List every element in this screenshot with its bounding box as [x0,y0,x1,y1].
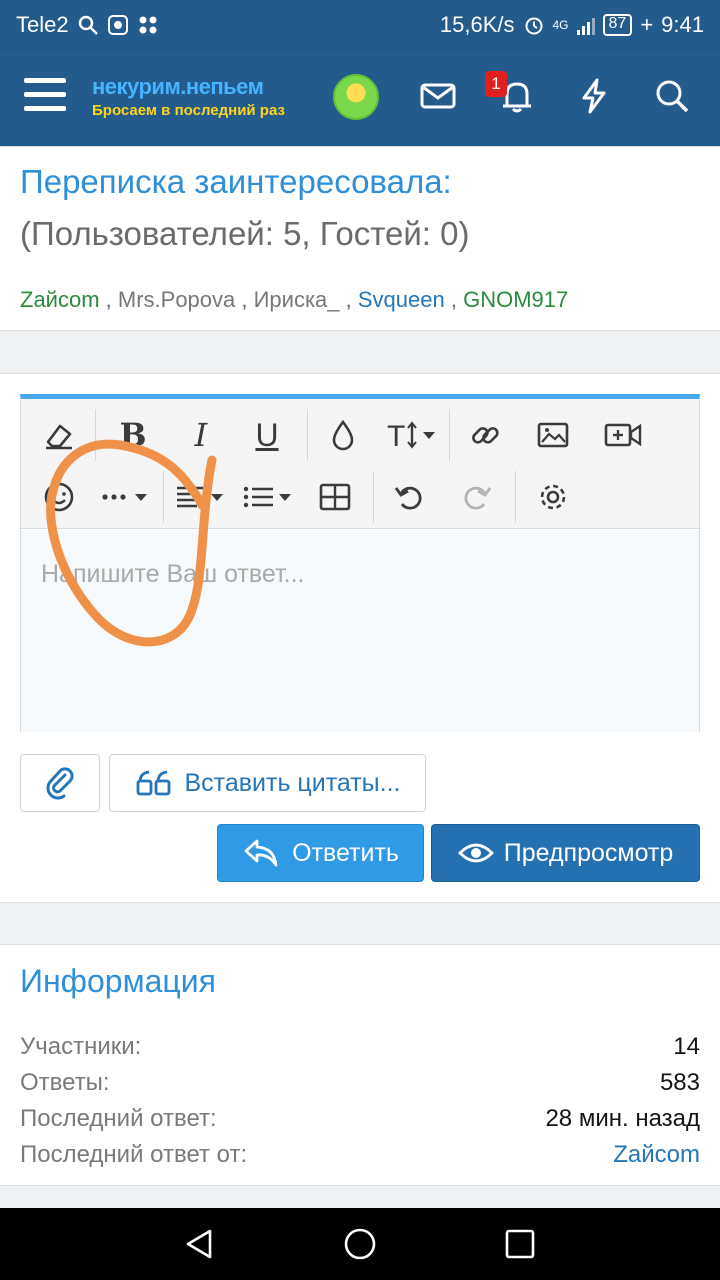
user-link[interactable]: Ириска_ [254,287,340,312]
more-options-icon[interactable] [99,473,157,521]
lightning-icon[interactable] [574,76,614,116]
info-value: 583 [659,1069,700,1096]
battery-indicator: 87 [602,14,633,36]
attach-button[interactable] [20,754,100,812]
readers-list: Zайcom , Mrs.Popova , Ириска_ , Svqueen … [20,287,569,312]
eye-icon [457,843,494,863]
rich-text-editor: B I U T Напишите Ваш ответ... [20,394,700,732]
undo-icon[interactable] [385,473,433,521]
system-nav-bar [0,1208,720,1280]
italic-icon[interactable]: I [177,411,225,459]
bold-icon[interactable]: B [109,411,157,459]
apps-icon [139,16,157,34]
info-label: Ответы: [20,1069,110,1096]
thread-readers-block: Переписка заинтересовала: (Пользователей… [0,146,720,331]
user-link[interactable]: GNOM917 [463,287,568,312]
redo-icon[interactable] [453,473,501,521]
reply-button[interactable]: Ответить [217,824,424,882]
info-row: Участники: 14 [20,1033,700,1061]
home-icon[interactable] [342,1226,378,1262]
info-label: Последний ответ: [20,1105,217,1132]
info-title: Информация [20,963,216,999]
info-label: Последний ответ от: [20,1141,248,1168]
logo-title: некурим.непьем [92,74,264,99]
logo-tagline: Бросаем в последний раз [92,102,285,119]
search-icon [78,15,98,35]
align-icon[interactable] [173,473,231,521]
preview-button[interactable]: Предпросмотр [431,824,700,882]
info-row: Последний ответ от: Zайcom [20,1141,700,1169]
last-poster-link[interactable]: Zайcom [613,1141,700,1169]
emoji-icon[interactable] [35,473,83,521]
app-header: некурим.непьем Бросаем в последний раз 1 [0,50,720,146]
site-logo[interactable]: некурим.непьем Бросаем в последний раз [92,74,285,119]
notification-badge: 1 [485,71,507,97]
back-icon[interactable] [182,1226,218,1262]
video-icon[interactable] [597,411,649,459]
reply-block: B I U T Напишите Ваш ответ... Вставить ц… [0,373,720,903]
paperclip-icon [46,767,74,800]
reply-textarea[interactable]: Напишите Ваш ответ... [21,530,699,732]
alarm-icon [525,17,542,35]
info-row: Последний ответ: 28 мин. назад [20,1105,700,1133]
insert-quotes-button[interactable]: Вставить цитаты... [109,754,426,812]
user-avatar[interactable] [333,74,379,120]
status-bar: Tele2 15,6K/s 4G 87 + 9:41 [0,0,720,50]
charging-icon: + [640,12,654,37]
clock: 9:41 [661,12,704,37]
menu-icon[interactable] [24,78,66,114]
image-icon[interactable] [529,411,577,459]
reply-label: Ответить [292,838,399,867]
info-label: Участники: [20,1033,142,1060]
underline-icon[interactable]: U [243,411,291,459]
mail-icon[interactable] [418,76,458,116]
table-icon[interactable] [311,473,359,521]
user-link[interactable]: Mrs.Popova [118,287,235,312]
network-type: 4G [552,18,569,32]
info-value: 14 [673,1033,700,1060]
readers-title: Переписка заинтересовала: [20,163,452,200]
quote-icon [136,770,170,796]
editor-toolbar: B I U T [21,399,699,529]
readers-count: (Пользователей: 5, Гостей: 0) [20,215,470,252]
preview-label: Предпросмотр [503,838,674,867]
font-size-icon[interactable]: T [385,411,441,459]
signal-icon [576,15,595,35]
link-icon[interactable] [461,411,509,459]
user-link[interactable]: Svqueen [358,287,445,312]
carrier-label: Tele2 [16,12,69,37]
text-color-icon[interactable] [319,411,367,459]
reply-icon [244,839,278,867]
list-icon[interactable] [241,473,299,521]
recents-icon[interactable] [502,1226,538,1262]
insert-quotes-label: Вставить цитаты... [184,768,401,797]
user-link[interactable]: Zайcom [20,287,100,312]
thread-info-block: Информация Участники: 14 Ответы: 583 Пос… [0,944,720,1186]
network-speed: 15,6K/s [439,12,515,37]
info-value: 28 мин. назад [545,1105,700,1132]
search-icon[interactable] [652,76,692,116]
app-notification-icon [107,15,128,35]
clear-format-icon[interactable] [35,411,83,459]
info-row: Ответы: 583 [20,1069,700,1097]
gear-icon[interactable] [529,473,577,521]
svg-text:T: T [387,420,405,452]
editor-placeholder: Напишите Ваш ответ... [41,560,305,588]
